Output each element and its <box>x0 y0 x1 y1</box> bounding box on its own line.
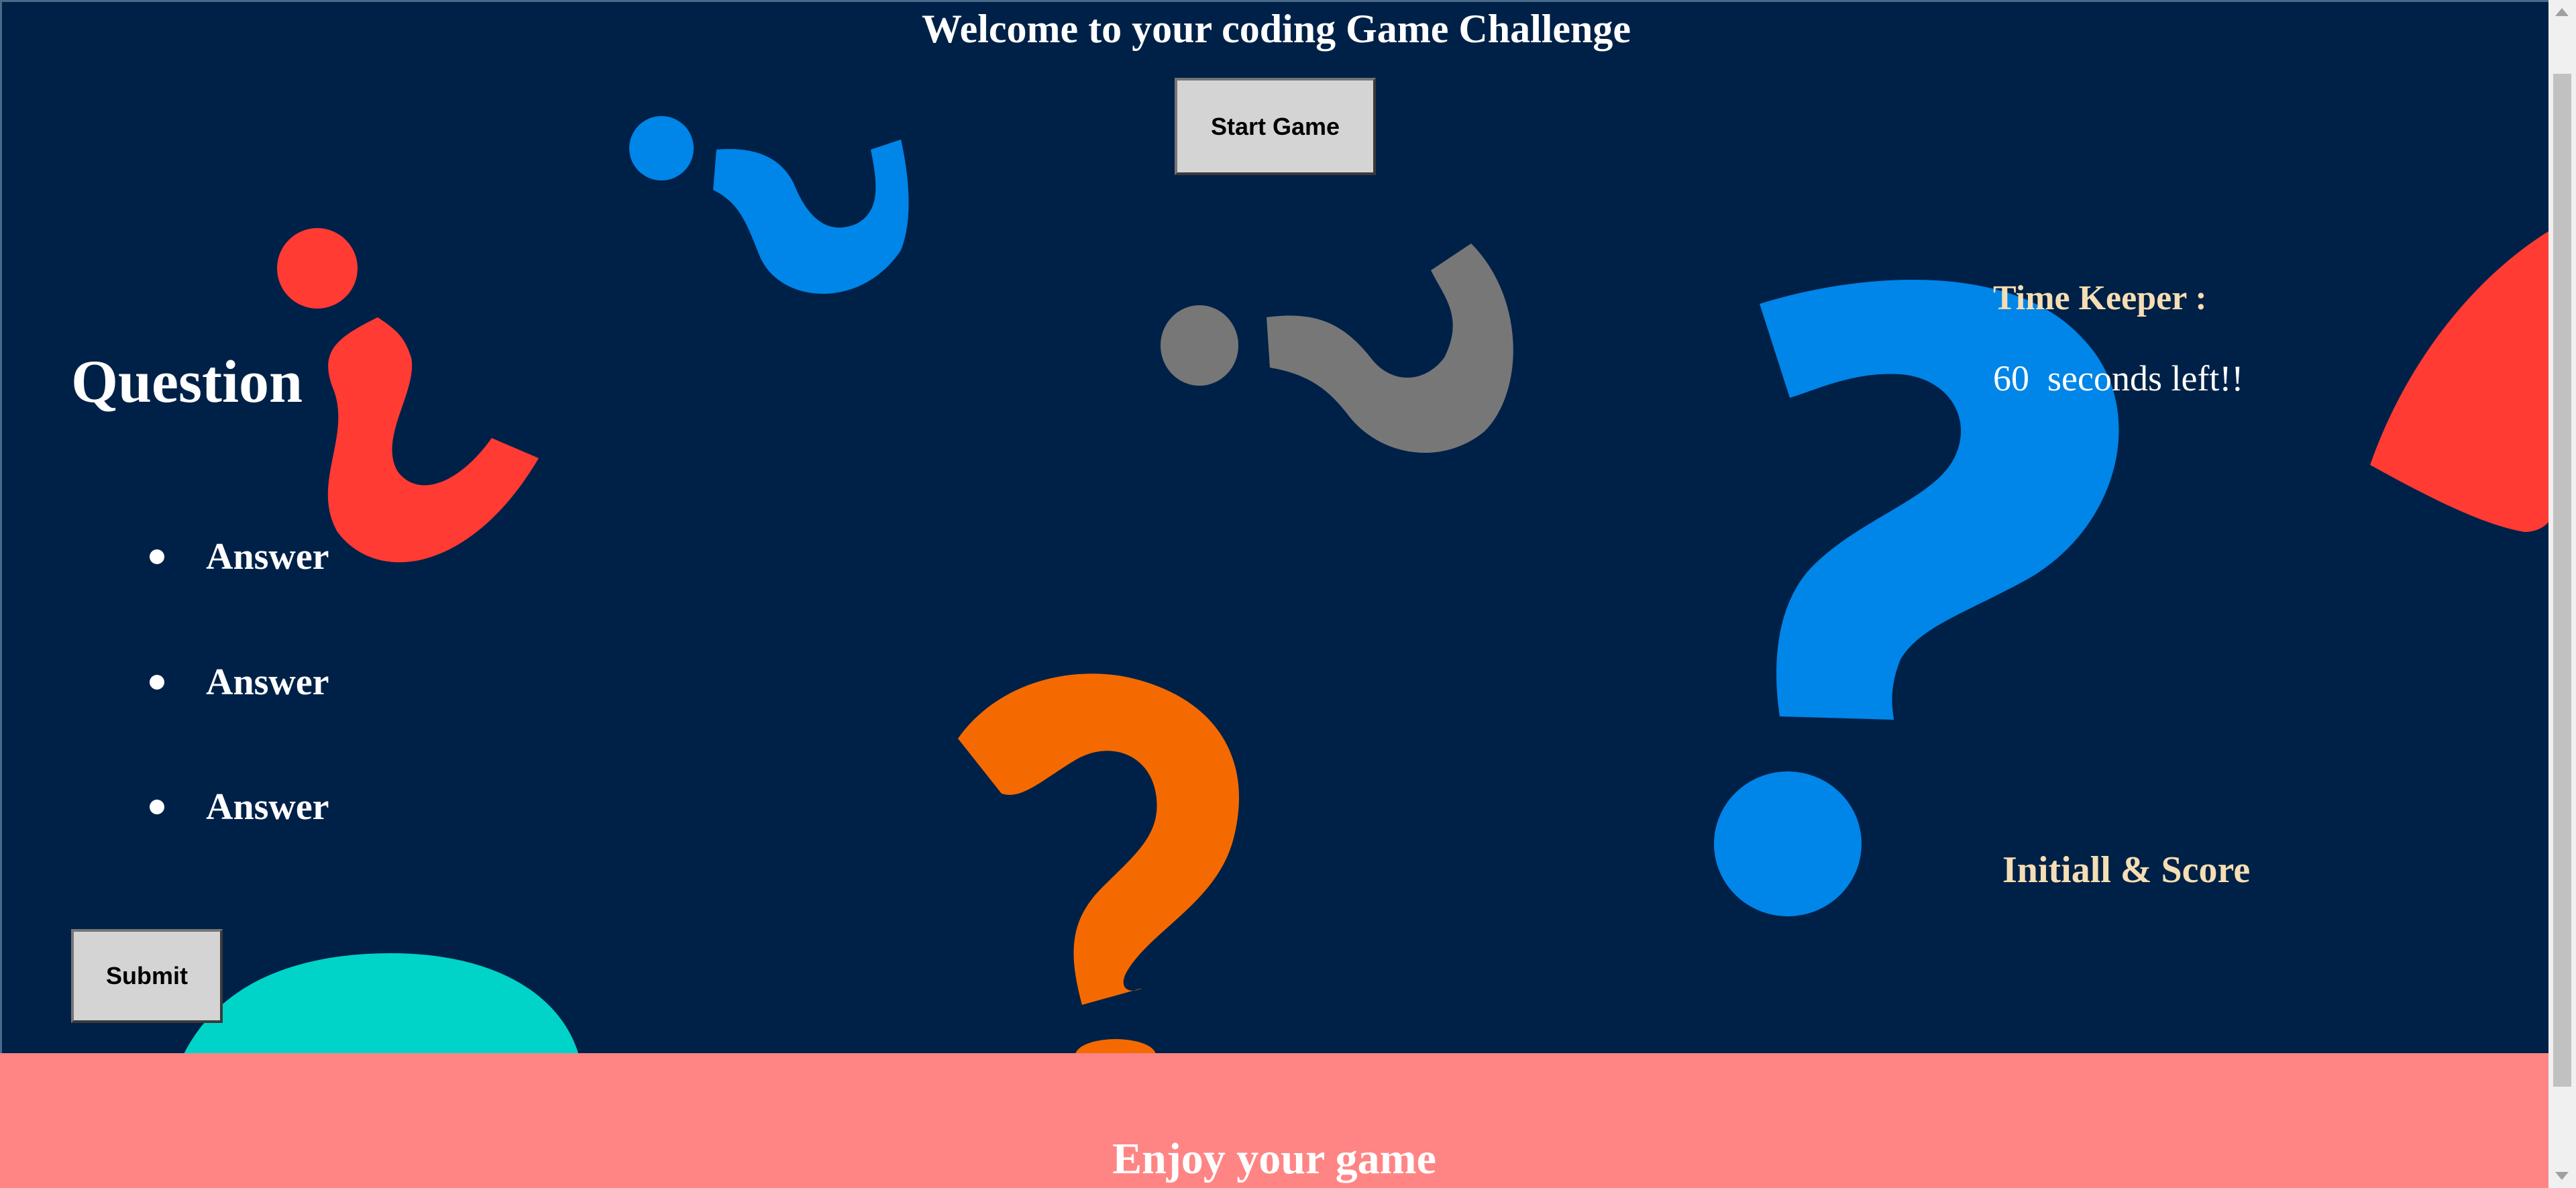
seconds-suffix: seconds left!! <box>2047 358 2244 398</box>
start-game-button[interactable]: Start Game <box>1175 78 1376 175</box>
question-heading: Question <box>71 349 303 415</box>
answer-option-1[interactable]: Answer <box>150 535 329 578</box>
page-title: Welcome to your coding Game Challenge <box>921 7 1631 51</box>
game-stage: Welcome to your coding Game Challenge St… <box>0 0 2548 1053</box>
vertical-scrollbar[interactable] <box>2548 0 2576 1188</box>
bullet-icon <box>150 549 164 564</box>
answer-label: Answer <box>206 661 329 703</box>
scrollbar-thumb[interactable] <box>2553 74 2571 1087</box>
scroll-up-arrow-icon[interactable] <box>2555 8 2569 16</box>
question-mark-blue-small-icon <box>629 116 909 294</box>
score-label: Initiall & Score <box>2002 849 2251 891</box>
bullet-icon <box>150 675 164 690</box>
answer-label: Answer <box>206 786 329 828</box>
answer-option-2[interactable]: Answer <box>150 661 329 704</box>
answer-option-3[interactable]: Answer <box>150 786 329 828</box>
submit-button[interactable]: Submit <box>71 929 223 1023</box>
footer-text: Enjoy your game <box>1112 1134 1436 1183</box>
question-mark-orange-icon <box>958 673 1239 1053</box>
question-mark-gray-icon <box>1161 244 1513 453</box>
red-wedge-decoration <box>2370 231 2548 532</box>
teal-semicircle-decoration <box>184 953 578 1053</box>
bullet-icon <box>150 800 164 814</box>
time-remaining: 60 seconds left!! <box>1993 358 2243 399</box>
time-keeper-label: Time Keeper : <box>1993 279 2207 317</box>
answer-label: Answer <box>206 536 329 578</box>
scroll-down-arrow-icon[interactable] <box>2555 1172 2569 1180</box>
footer: Enjoy your game <box>0 1053 2548 1188</box>
inverted-question-mark-red-icon <box>277 228 539 563</box>
seconds-count: 60 <box>1993 358 2029 398</box>
